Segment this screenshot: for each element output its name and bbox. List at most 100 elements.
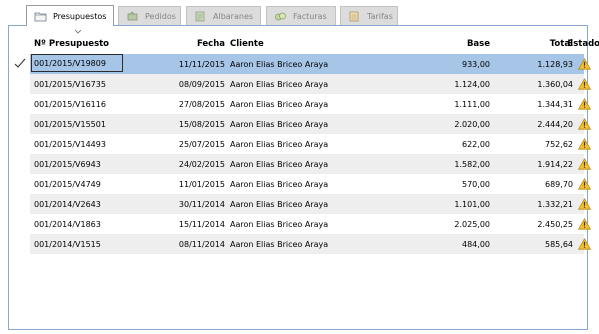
tab-presupuestos[interactable]: Presupuestos — [26, 5, 114, 26]
sort-arrow-icon[interactable] — [75, 30, 81, 34]
cell-total: 2.450,25 — [537, 219, 573, 229]
cell-estado — [578, 114, 599, 134]
cell-estado — [578, 74, 599, 94]
cell-total: 1.128,93 — [537, 59, 573, 69]
cell-numero: 001/2014/V1863 — [34, 219, 101, 229]
cell-cliente: Aaron Elias Briceo Araya — [230, 239, 329, 249]
cell-estado — [578, 94, 599, 114]
cell-fecha: 27/08/2015 — [178, 99, 225, 109]
tab-albaranes[interactable]: Albaranes — [186, 6, 261, 25]
column-header-estado[interactable]: Estado — [550, 36, 599, 52]
cell-base: 1.111,00 — [454, 99, 490, 109]
cell-total: 1.344,31 — [537, 99, 573, 109]
invoice-icon — [275, 12, 286, 20]
column-header-fecha[interactable]: Fecha — [130, 36, 225, 52]
tab-bar: Presupuestos Pedidos Albaranes Facturas … — [26, 5, 446, 27]
cell-numero: 001/2015/V15501 — [34, 119, 106, 129]
tab-tarifas[interactable]: Tarifas — [340, 6, 398, 25]
cell-numero: 001/2015/V16735 — [34, 79, 106, 89]
cell-fecha: 15/08/2015 — [178, 119, 225, 129]
table-row[interactable]: 001/2015/V15501 15/08/2015 Aaron Elias Bri… — [30, 114, 591, 134]
cell-numero: 001/2015/V4749 — [34, 179, 101, 189]
tab-label: Facturas — [293, 11, 327, 21]
tab-label: Albaranes — [213, 11, 254, 21]
cell-numero: 001/2015/V6943 — [34, 159, 101, 169]
cell-cliente: Aaron Elias Briceo Araya — [230, 119, 329, 129]
cell-cliente: Aaron Elias Briceo Araya — [230, 79, 329, 89]
cell-total: 1.914,22 — [537, 159, 573, 169]
cell-fecha: 11/11/2015 — [178, 59, 225, 69]
tab-facturas[interactable]: Facturas — [266, 6, 336, 25]
table-row[interactable]: 001/2014/V1515 08/11/2014 Aaron Elias Bric… — [30, 234, 591, 254]
cell-fecha: 11/01/2015 — [178, 179, 225, 189]
cell-base: 1.101,00 — [454, 199, 490, 209]
table-row[interactable]: 001/2015/V19809 11/11/2015 Aaron Elias Bri… — [30, 54, 591, 74]
cell-estado — [578, 154, 599, 174]
cell-base: 2.020,00 — [454, 119, 490, 129]
table-row[interactable]: 001/2015/V14493 25/07/2015 Aaron Elias Bri… — [30, 134, 591, 154]
cell-fecha: 30/11/2014 — [178, 199, 225, 209]
cell-total: 1.360,04 — [537, 79, 573, 89]
warning-icon — [578, 138, 591, 150]
table-header: Nº Presupuesto Fecha Cliente Base Total … — [30, 36, 599, 52]
tab-label: Pedidos — [145, 11, 176, 21]
column-header-base[interactable]: Base — [370, 36, 490, 52]
cell-base: 933,00 — [462, 59, 490, 69]
cell-fecha: 15/11/2014 — [178, 219, 225, 229]
delivery-note-icon — [195, 11, 205, 21]
cell-numero: 001/2014/V1515 — [34, 239, 101, 249]
cell-fecha: 08/11/2014 — [178, 239, 225, 249]
warning-icon — [578, 118, 591, 130]
cell-total: 585,64 — [545, 239, 573, 249]
warning-icon — [578, 198, 591, 210]
folder-icon — [34, 12, 47, 21]
cell-cliente: Aaron Elias Briceo Araya — [230, 139, 329, 149]
cell-cliente: Aaron Elias Briceo Araya — [230, 99, 329, 109]
warning-icon — [578, 78, 591, 90]
cell-base: 570,00 — [462, 179, 490, 189]
warning-icon — [578, 58, 591, 70]
cell-base: 622,00 — [462, 139, 490, 149]
selected-row-check-icon — [14, 58, 26, 68]
warning-icon — [578, 238, 591, 250]
column-header-cliente[interactable]: Cliente — [230, 36, 370, 52]
cell-estado — [578, 134, 599, 154]
table-row[interactable]: 001/2014/V2643 30/11/2014 Aaron Elias Bric… — [30, 194, 591, 214]
cell-fecha: 24/02/2015 — [178, 159, 225, 169]
table-row[interactable]: 001/2014/V1863 15/11/2014 Aaron Elias Bric… — [30, 214, 591, 234]
cell-numero: 001/2014/V2643 — [34, 199, 101, 209]
table-row[interactable]: 001/2015/V16116 27/08/2015 Aaron Elias Bri… — [30, 94, 591, 114]
cell-base: 2.025,00 — [454, 219, 490, 229]
cell-estado — [578, 54, 599, 74]
column-header-numero[interactable]: Nº Presupuesto — [34, 36, 126, 52]
cell-numero: 001/2015/V19809 — [31, 54, 123, 72]
cell-total: 2.444,20 — [537, 119, 573, 129]
cart-icon — [127, 11, 138, 20]
cell-fecha: 25/07/2015 — [178, 139, 225, 149]
cell-estado — [578, 174, 599, 194]
cell-total: 752,62 — [545, 139, 573, 149]
table-row[interactable]: 001/2015/V4749 11/01/2015 Aaron Elias Bric… — [30, 174, 591, 194]
warning-icon — [578, 98, 591, 110]
cell-base: 484,00 — [462, 239, 490, 249]
cell-cliente: Aaron Elias Briceo Araya — [230, 59, 329, 69]
cell-cliente: Aaron Elias Briceo Araya — [230, 159, 329, 169]
cell-cliente: Aaron Elias Briceo Araya — [230, 219, 329, 229]
table-row[interactable]: 001/2015/V16735 08/09/2015 Aaron Elias Bri… — [30, 74, 591, 94]
cell-estado — [578, 214, 599, 234]
price-list-icon — [349, 11, 359, 21]
cell-total: 1.332,21 — [537, 199, 573, 209]
warning-icon — [578, 178, 591, 190]
tab-label: Tarifas — [367, 11, 393, 21]
cell-numero: 001/2015/V16116 — [34, 99, 106, 109]
tab-pedidos[interactable]: Pedidos — [118, 6, 181, 25]
cell-total: 689,70 — [545, 179, 573, 189]
cell-cliente: Aaron Elias Briceo Araya — [230, 199, 329, 209]
cell-base: 1.582,00 — [454, 159, 490, 169]
tab-label: Presupuestos — [53, 11, 107, 21]
table-row[interactable]: 001/2015/V6943 24/02/2015 Aaron Elias Bric… — [30, 154, 591, 174]
table-body: 001/2015/V19809 11/11/2015 Aaron Elias Bri… — [30, 54, 591, 254]
cell-base: 1.124,00 — [454, 79, 490, 89]
warning-icon — [578, 158, 591, 170]
cell-estado — [578, 194, 599, 214]
